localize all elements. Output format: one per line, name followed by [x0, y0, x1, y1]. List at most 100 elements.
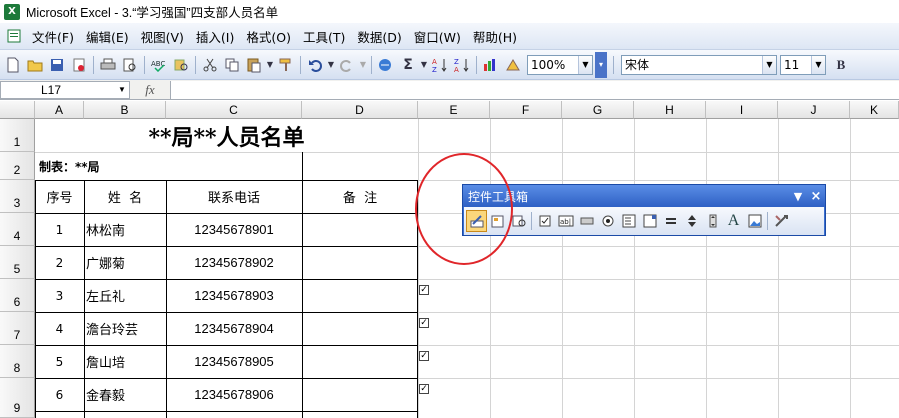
save-icon[interactable]: [46, 54, 68, 76]
new-icon[interactable]: [2, 54, 24, 76]
checkbox-tool-icon[interactable]: [534, 210, 555, 232]
print-preview-icon[interactable]: [119, 54, 141, 76]
select-all-corner[interactable]: [0, 101, 35, 119]
row-header[interactable]: 9: [0, 378, 35, 418]
menu-edit[interactable]: 编辑(E): [80, 25, 135, 48]
autosum-icon[interactable]: Σ: [397, 54, 419, 76]
textbox-tool-icon[interactable]: ab|: [555, 210, 576, 232]
insert-function-icon[interactable]: fx: [130, 82, 170, 98]
menu-data[interactable]: 数据(D): [351, 25, 407, 48]
spin-button-tool-icon[interactable]: [681, 210, 702, 232]
row-header[interactable]: 2: [0, 152, 35, 180]
cut-icon[interactable]: [199, 54, 221, 76]
copy-icon[interactable]: [221, 54, 243, 76]
checkbox-control[interactable]: ✓: [419, 351, 429, 361]
control-toolbox[interactable]: 控件工具箱 ▼ × ab| A: [462, 184, 826, 236]
row-header[interactable]: 6: [0, 279, 35, 312]
chevron-down-icon[interactable]: ▼: [578, 55, 592, 74]
zoom-combo[interactable]: 100% ▼: [527, 54, 593, 75]
header-note: 备 注: [302, 180, 418, 213]
autosum-dropdown-icon[interactable]: ▼: [419, 54, 429, 76]
toggle-button-tool-icon[interactable]: [660, 210, 681, 232]
undo-dropdown-icon[interactable]: ▼: [326, 54, 336, 76]
hyperlink-icon[interactable]: [375, 54, 397, 76]
row-header[interactable]: 8: [0, 345, 35, 378]
menu-help[interactable]: 帮助(H): [467, 25, 523, 48]
checkbox-control[interactable]: ✓: [419, 384, 429, 394]
checkbox-control[interactable]: ✓: [419, 318, 429, 328]
scrollbar-tool-icon[interactable]: [702, 210, 723, 232]
bold-button[interactable]: B: [830, 54, 852, 76]
spelling-icon[interactable]: ABC: [148, 54, 170, 76]
menu-insert[interactable]: 插入(I): [190, 25, 240, 48]
view-code-icon[interactable]: [508, 210, 529, 232]
toolbar-options-icon[interactable]: ▾: [595, 51, 607, 78]
menu-file[interactable]: 文件(F): [26, 25, 80, 48]
table-border: [35, 378, 418, 379]
redo-dropdown-icon[interactable]: ▼: [358, 54, 368, 76]
column-header[interactable]: I: [706, 101, 778, 119]
chevron-down-icon[interactable]: ▼: [762, 55, 776, 74]
row-header[interactable]: 4: [0, 213, 35, 246]
chevron-down-icon[interactable]: ▼: [115, 85, 129, 94]
more-controls-icon[interactable]: [770, 210, 791, 232]
menu-view[interactable]: 视图(V): [135, 25, 190, 48]
design-mode-icon[interactable]: [466, 210, 487, 232]
column-header[interactable]: F: [490, 101, 562, 119]
header-name: 姓 名: [84, 180, 166, 213]
row-header[interactable]: 1: [0, 119, 35, 152]
redo-icon[interactable]: [336, 54, 358, 76]
row-header[interactable]: 5: [0, 246, 35, 279]
worksheet-grid[interactable]: A B C D E F G H I J K 1 2 3 4 5 6 7 8 9 …: [0, 101, 899, 418]
combobox-tool-icon[interactable]: [639, 210, 660, 232]
label-tool-icon[interactable]: A: [723, 210, 744, 232]
close-icon[interactable]: ×: [807, 189, 825, 204]
column-header[interactable]: A: [35, 101, 84, 119]
listbox-tool-icon[interactable]: [618, 210, 639, 232]
control-toolbox-titlebar[interactable]: 控件工具箱 ▼ ×: [463, 185, 825, 207]
column-header[interactable]: K: [850, 101, 899, 119]
font-size-combo[interactable]: 11 ▼: [780, 54, 826, 75]
sort-descending-icon[interactable]: ZA: [451, 54, 473, 76]
research-icon[interactable]: [170, 54, 192, 76]
open-icon[interactable]: [24, 54, 46, 76]
command-button-tool-icon[interactable]: [576, 210, 597, 232]
name-box[interactable]: L17 ▼: [0, 80, 130, 99]
paste-dropdown-icon[interactable]: ▼: [265, 54, 275, 76]
row-header[interactable]: 7: [0, 312, 35, 345]
column-header[interactable]: C: [166, 101, 302, 119]
menu-format[interactable]: 格式(O): [240, 25, 297, 48]
column-header[interactable]: J: [778, 101, 850, 119]
row-header[interactable]: 3: [0, 180, 35, 213]
standard-toolbar: ABC ▼ ▼ ▼ Σ ▼ AZ ZA 100% ▼ ▾ 宋体 ▼ 11 ▼ B: [0, 50, 899, 80]
paste-icon[interactable]: [243, 54, 265, 76]
permission-icon[interactable]: [68, 54, 90, 76]
document-icon[interactable]: [4, 26, 26, 46]
column-header[interactable]: B: [84, 101, 166, 119]
menu-tools[interactable]: 工具(T): [297, 25, 351, 48]
column-header[interactable]: H: [634, 101, 706, 119]
menu-window[interactable]: 窗口(W): [408, 25, 467, 48]
column-header[interactable]: G: [562, 101, 634, 119]
font-name-combo[interactable]: 宋体 ▼: [621, 54, 777, 75]
undo-icon[interactable]: [304, 54, 326, 76]
chart-wizard-icon[interactable]: [480, 54, 502, 76]
column-header[interactable]: D: [302, 101, 418, 119]
column-header[interactable]: E: [418, 101, 490, 119]
chevron-down-icon[interactable]: ▼: [811, 55, 825, 74]
image-tool-icon[interactable]: [744, 210, 765, 232]
window-title: Microsoft Excel - 3.“学习强国”四支部人员名单: [26, 6, 279, 20]
sort-ascending-icon[interactable]: AZ: [429, 54, 451, 76]
toolbar-options-icon[interactable]: ▼: [789, 190, 807, 203]
properties-icon[interactable]: [487, 210, 508, 232]
table-cell-phone: 12345678905: [166, 345, 302, 378]
table-border: [35, 345, 418, 346]
checkbox-control[interactable]: ✓: [419, 285, 429, 295]
format-painter-icon[interactable]: [275, 54, 297, 76]
option-button-tool-icon[interactable]: [597, 210, 618, 232]
svg-text:ABC: ABC: [151, 60, 165, 68]
print-icon[interactable]: [97, 54, 119, 76]
table-border: [35, 312, 418, 313]
drawing-icon[interactable]: [502, 54, 524, 76]
formula-input[interactable]: [170, 80, 899, 99]
